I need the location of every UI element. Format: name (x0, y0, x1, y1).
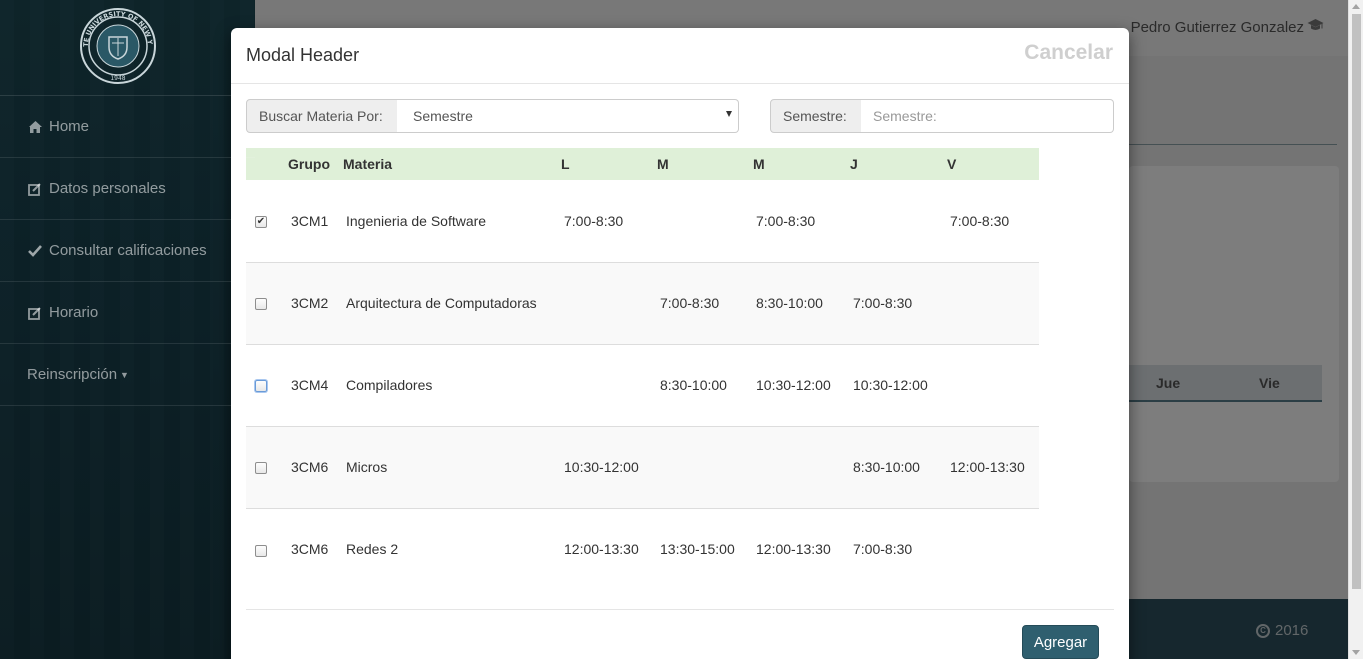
seal-year-text: 1948 (110, 75, 125, 82)
cell-lunes (561, 343, 657, 426)
cell-materia: Ingenieria de Software (346, 212, 487, 229)
search-by-selected-value: Semestre (413, 108, 473, 124)
cell-martes: 13:30-15:00 (657, 507, 753, 590)
sidebar-item-label: Reinscripción (27, 366, 118, 383)
cell-jueves: 7:00-8:30 (850, 507, 947, 590)
agregar-button[interactable]: Agregar (1022, 625, 1099, 659)
cell-viernes (947, 261, 1039, 344)
sidebar-item-label: Horario (49, 304, 99, 321)
cell-miercoles: 8:30-10:00 (753, 261, 850, 344)
cell-jueves: 7:00-8:30 (850, 261, 947, 344)
cell-grupo: 3CM1 (291, 212, 329, 229)
materias-table: Grupo Materia L M M J V ✔ 3CM1 Ingenieri… (246, 148, 1039, 590)
logo-area: STATE UNIVERSITY OF NEW YORK 1948 (0, 0, 255, 96)
scroll-thumb[interactable] (1352, 14, 1361, 589)
header-jueves: J (850, 148, 947, 180)
modal-header: Modal Header Cancelar (231, 28, 1129, 84)
table-row[interactable]: 3CM6 Micros 10:30-12:00 8:30-10:00 12:00… (246, 425, 1039, 508)
cell-miercoles: 12:00-13:30 (753, 507, 850, 590)
modal-dialog: Modal Header Cancelar Buscar Materia Por… (231, 28, 1129, 659)
cell-martes (657, 425, 753, 508)
check-icon (27, 243, 43, 259)
cell-materia: Redes 2 (343, 507, 561, 590)
university-seal-icon: STATE UNIVERSITY OF NEW YORK 1948 (79, 7, 156, 84)
sidebar-item-label: Datos personales (49, 180, 166, 197)
search-by-select[interactable]: Semestre (397, 99, 739, 133)
cell-grupo: 3CM6 (288, 425, 343, 508)
row-checkbox[interactable] (255, 544, 267, 557)
cell-miercoles: 7:00-8:30 (756, 212, 816, 229)
header-materia: Materia (343, 148, 561, 180)
cell-viernes: 7:00-8:30 (950, 212, 1010, 229)
cell-grupo: 3CM2 (288, 261, 343, 344)
table-row[interactable]: 3CM4 Compiladores 8:30-10:00 10:30-12:00… (246, 343, 1039, 426)
table-row[interactable]: ✔ 3CM1 Ingenieria de Software 7:00-8:30 … (246, 180, 1039, 262)
cell-lunes: 10:30-12:00 (561, 425, 657, 508)
sidebar-item-horario[interactable]: Horario (0, 282, 255, 344)
header-martes: M (657, 148, 753, 180)
cell-grupo: 3CM4 (288, 343, 343, 426)
row-checkbox[interactable] (255, 298, 267, 311)
header-miercoles: M (753, 148, 850, 180)
semestre-label: Semestre: (770, 99, 862, 133)
cell-lunes: 12:00-13:30 (561, 507, 657, 590)
dropdown-arrow-icon (726, 111, 732, 117)
row-checkbox[interactable] (255, 380, 267, 393)
cell-materia: Arquitectura de Computadoras (343, 261, 561, 344)
sidebar-item-reinscripcion[interactable]: Reinscripción ▼ (0, 344, 255, 406)
cell-viernes: 12:00-13:30 (947, 425, 1039, 508)
table-header-row: Grupo Materia L M M J V (246, 148, 1039, 180)
cell-miercoles: 10:30-12:00 (753, 343, 850, 426)
scroll-up-arrow-icon[interactable] (1352, 4, 1360, 9)
semestre-input[interactable] (861, 99, 1114, 133)
search-by-label: Buscar Materia Por: (246, 99, 398, 133)
cancel-button[interactable]: Cancelar (1024, 41, 1113, 65)
caret-down-icon: ▼ (120, 369, 129, 380)
row-checkbox[interactable]: ✔ (255, 216, 267, 229)
edit-icon (27, 181, 43, 197)
table-row[interactable]: 3CM2 Arquitectura de Computadoras 7:00-8… (246, 261, 1039, 344)
sidebar-item-consultar-calificaciones[interactable]: Consultar calificaciones (0, 220, 255, 282)
cell-materia: Compiladores (343, 343, 561, 426)
table-row[interactable]: 3CM6 Redes 2 12:00-13:30 13:30-15:00 12:… (246, 507, 1039, 590)
cell-miercoles (753, 425, 850, 508)
cell-jueves (850, 180, 947, 262)
cell-martes (657, 180, 753, 262)
scroll-down-arrow-icon[interactable] (1352, 650, 1360, 655)
cell-materia: Micros (343, 425, 561, 508)
home-icon (27, 119, 43, 135)
sidebar-item-label: Consultar calificaciones (49, 242, 207, 259)
cell-jueves: 8:30-10:00 (850, 425, 947, 508)
cell-viernes (947, 343, 1039, 426)
cell-lunes (561, 261, 657, 344)
header-lunes: L (561, 148, 657, 180)
modal-footer-divider (246, 609, 1114, 610)
sidebar-item-datos-personales[interactable]: Datos personales (0, 158, 255, 220)
cell-lunes: 7:00-8:30 (564, 212, 624, 229)
cell-jueves: 10:30-12:00 (850, 343, 947, 426)
cell-martes: 8:30-10:00 (657, 343, 753, 426)
sidebar-item-home[interactable]: Home (0, 96, 255, 158)
edit-icon (27, 305, 43, 321)
sidebar-item-label: Home (49, 118, 90, 135)
modal-title: Modal Header (246, 45, 360, 65)
page-scrollbar[interactable] (1348, 0, 1363, 659)
header-viernes: V (947, 148, 1039, 180)
header-grupo: Grupo (288, 148, 343, 180)
cell-viernes (947, 507, 1039, 590)
cell-martes: 7:00-8:30 (657, 261, 753, 344)
row-checkbox[interactable] (255, 462, 267, 475)
cell-grupo: 3CM6 (288, 507, 343, 590)
